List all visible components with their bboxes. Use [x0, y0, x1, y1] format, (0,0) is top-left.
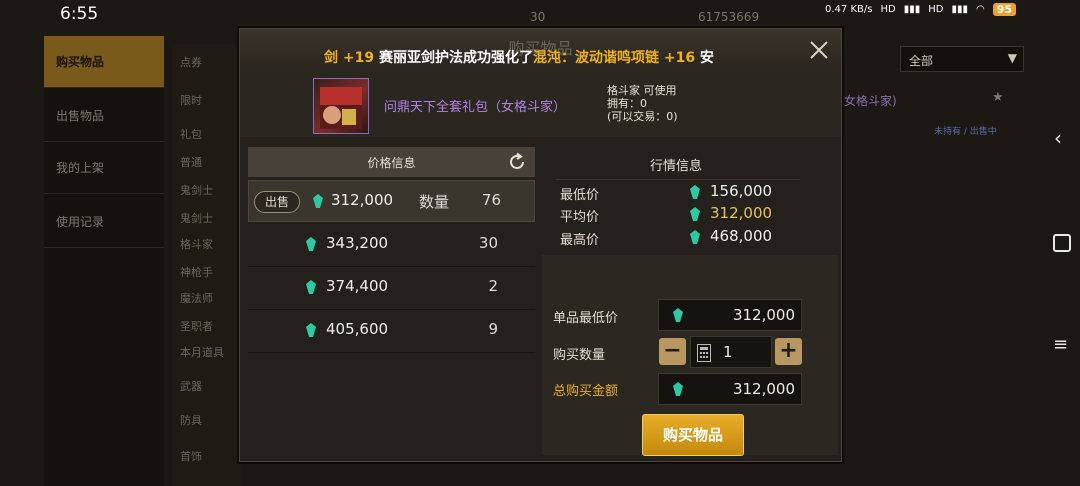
item-icon: [313, 78, 369, 134]
market-row-max: 最高价 468,000: [560, 226, 800, 248]
buy-button[interactable]: 购买物品: [642, 414, 744, 456]
category-item[interactable]: 鬼剑士: [172, 182, 242, 198]
price-row[interactable]: 出售 312,000 数量 76: [248, 180, 535, 222]
quantity-label: 购买数量: [553, 348, 606, 363]
market-max-value: 468,000: [710, 227, 773, 245]
unit-min-price-label: 单品最低价: [553, 311, 619, 326]
background-right-panel: 全部 ▼ 女格斗家) ★ 未持有 / 出售中: [840, 44, 1024, 164]
price-value: 374,400: [326, 277, 389, 295]
close-icon[interactable]: [808, 39, 830, 61]
category-item[interactable]: 普通: [172, 154, 242, 170]
price-list-panel: 价格信息 出售 312,000 数量 76 343,200 30 374,400…: [248, 147, 535, 377]
refresh-icon[interactable]: [507, 152, 527, 172]
qty-label: 数量: [419, 193, 450, 211]
purchase-dialog: 购买物品 剑 +19 赛丽亚剑护法成功强化了混沌：波动谐鸣项链 +16 安 问鼎…: [239, 28, 842, 462]
nav-item-history[interactable]: 使用记录: [44, 196, 164, 248]
chevron-down-icon: ▼: [1007, 51, 1017, 65]
menu-icon[interactable]: ≡: [1053, 334, 1068, 355]
gem-icon: [673, 382, 683, 396]
market-info-title: 行情信息: [649, 159, 702, 174]
unit-min-price-field: 312,000: [658, 299, 802, 331]
qty-value: 9: [488, 320, 498, 338]
price-row[interactable]: 343,200 30: [248, 224, 535, 267]
divider: [556, 179, 800, 180]
gem-icon: [690, 230, 700, 244]
nav-item-buy[interactable]: 购买物品: [44, 36, 164, 88]
gem-icon: [306, 323, 316, 337]
gem-icon: [313, 194, 323, 208]
market-row-avg: 平均价 312,000: [560, 203, 800, 225]
filter-dropdown[interactable]: 全部 ▼: [900, 46, 1024, 72]
gem-icon: [306, 280, 316, 294]
filter-label: 全部: [909, 54, 934, 68]
category-item[interactable]: 神枪手: [172, 264, 242, 280]
category-item[interactable]: 礼包: [172, 126, 242, 142]
back-icon[interactable]: ‹: [1054, 126, 1062, 150]
gem-icon: [690, 185, 700, 199]
category-item[interactable]: 武器: [172, 378, 242, 394]
category-item[interactable]: 圣职者: [172, 318, 242, 334]
item-info: 格斗家 可使用 拥有：0 (可以交易：0): [607, 84, 678, 123]
quantity-input[interactable]: 1: [690, 336, 772, 368]
qty-value: 76: [481, 191, 501, 209]
star-icon[interactable]: ★: [992, 90, 1004, 105]
market-max-label: 最高价: [560, 233, 600, 248]
market-min-value: 156,000: [710, 182, 773, 200]
nav-item-sell[interactable]: 出售物品: [44, 90, 164, 142]
market-min-label: 最低价: [560, 188, 600, 203]
ticker-segment: 混沌：波动谐鸣项链 +16: [532, 50, 696, 66]
quantity-increase-button[interactable]: +: [775, 338, 802, 365]
nav-item-listings[interactable]: 我的上架: [44, 142, 164, 194]
item-tradeable-count: (可以交易：0): [607, 110, 678, 123]
gem-icon: [673, 308, 683, 322]
price-row[interactable]: 405,600 9: [248, 310, 535, 353]
category-item[interactable]: 本月道具: [172, 344, 242, 360]
total-amount-value: 312,000: [732, 380, 795, 398]
category-list: 点券 限时 礼包 普通 鬼剑士 鬼剑士 格斗家 神枪手 魔法师 圣职者 本月道具…: [172, 44, 242, 486]
price-value: 405,600: [326, 320, 389, 338]
price-row[interactable]: 374,400 2: [248, 267, 535, 310]
gem-icon: [690, 207, 700, 221]
ticker-segment: 剑 +19: [324, 50, 375, 66]
category-item[interactable]: 防具: [172, 412, 242, 428]
quantity-decrease-button[interactable]: −: [659, 338, 686, 365]
currency-2-value: 61753669: [698, 10, 760, 24]
market-row-min: 最低价 156,000: [560, 181, 800, 203]
price-value: 312,000: [331, 191, 394, 209]
category-item[interactable]: 鬼剑士: [172, 210, 242, 226]
background-item-name: 女格斗家): [844, 94, 897, 108]
category-item[interactable]: 魔法师: [172, 290, 242, 306]
left-nav: 购买物品 出售物品 我的上架 使用记录: [44, 36, 164, 486]
broadcast-ticker: 剑 +19 赛丽亚剑护法成功强化了混沌：波动谐鸣项链 +16 安: [324, 47, 764, 67]
calculator-icon[interactable]: [697, 344, 711, 362]
item-name: 问鼎天下全套礼包（女格斗家）: [384, 100, 567, 115]
category-item[interactable]: 点券: [172, 54, 242, 70]
unit-min-price-value: 312,000: [732, 306, 795, 324]
market-avg-value: 312,000: [710, 204, 773, 222]
category-item[interactable]: 格斗家: [172, 236, 242, 252]
quantity-value: 1: [723, 343, 733, 361]
market-avg-label: 平均价: [560, 210, 600, 225]
price-list-title: 价格信息: [367, 156, 416, 170]
currency-1-value: 30: [530, 10, 546, 24]
total-amount-field: 312,000: [658, 373, 802, 405]
qty-value: 2: [488, 277, 498, 295]
sell-badge[interactable]: 出售: [254, 191, 300, 213]
gem-icon: [306, 237, 316, 251]
item-usable-class: 格斗家 可使用: [607, 84, 677, 97]
background-item-status: 未持有 / 出售中: [934, 127, 997, 137]
market-info-panel: 行情信息 最低价 156,000 平均价 312,000 最高价 468,000: [548, 147, 804, 255]
price-value: 343,200: [326, 234, 389, 252]
category-item[interactable]: 限时: [172, 92, 242, 108]
recents-icon[interactable]: [1053, 234, 1071, 252]
qty-value: 30: [478, 234, 498, 252]
ticker-segment: 安: [695, 50, 714, 66]
category-item[interactable]: 首饰: [172, 448, 242, 464]
system-nav: ‹ ≡: [1050, 30, 1080, 486]
item-owned-count: 拥有：0: [607, 97, 647, 110]
ticker-segment: 赛丽亚剑护法成功强化了: [374, 50, 533, 66]
total-amount-label: 总购买金额: [553, 384, 619, 399]
